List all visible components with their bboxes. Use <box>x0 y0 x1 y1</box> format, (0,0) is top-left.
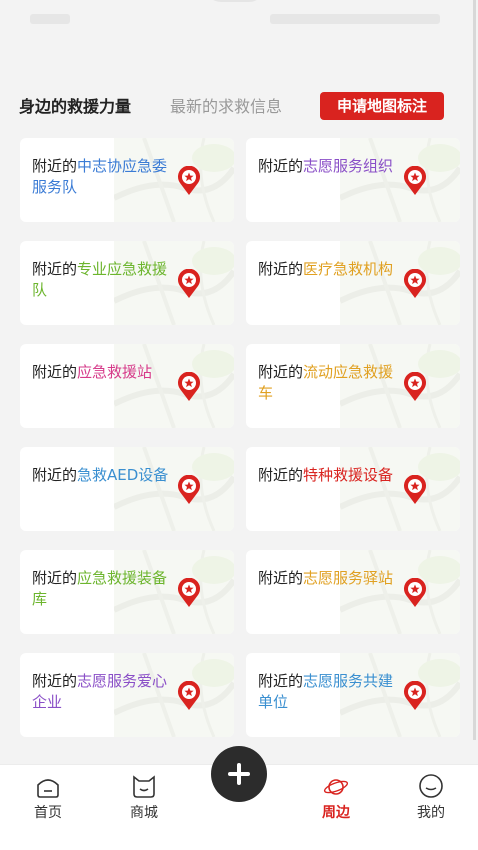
apply-map-marker-button[interactable]: 申请地图标注 <box>320 92 444 120</box>
rescue-card[interactable]: 附近的医疗急救机构 <box>246 241 460 325</box>
location-pin-icon <box>404 578 426 607</box>
rescue-card-text: 附近的志愿服务组织 <box>258 156 398 177</box>
location-pin-icon <box>178 269 200 298</box>
nav-home[interactable]: 首页 <box>8 765 88 850</box>
rescue-card-prefix: 附近的 <box>32 260 78 278</box>
tab-bar: 身边的救援力量 最新的求救信息 申请地图标注 <box>0 92 478 122</box>
rescue-card[interactable]: 附近的应急救援站 <box>20 344 234 428</box>
rescue-card-text: 附近的志愿服务共建单位 <box>258 671 398 713</box>
map-background-image <box>114 447 234 531</box>
rescue-card[interactable]: 附近的志愿服务组织 <box>246 138 460 222</box>
rescue-card[interactable]: 附近的流动应急救援车 <box>246 344 460 428</box>
location-pin-icon <box>404 269 426 298</box>
nav-profile[interactable]: 我的 <box>391 765 471 850</box>
rescue-card[interactable]: 附近的急救AED设备 <box>20 447 234 531</box>
nav-shop[interactable]: 商城 <box>104 765 184 850</box>
planet-icon <box>323 779 349 795</box>
nav-nearby[interactable]: 周边 <box>296 765 376 850</box>
status-icons-faint <box>270 14 440 24</box>
rescue-card[interactable]: 附近的应急救援装备库 <box>20 550 234 634</box>
rescue-card-prefix: 附近的 <box>258 157 304 175</box>
rescue-card-prefix: 附近的 <box>258 466 304 484</box>
rescue-card-text: 附近的志愿服务爱心企业 <box>32 671 172 713</box>
rescue-card[interactable]: 附近的志愿服务共建单位 <box>246 653 460 737</box>
rescue-card[interactable]: 附近的专业应急救援队 <box>20 241 234 325</box>
map-background-image <box>340 138 460 222</box>
rescue-card-text: 附近的应急救援装备库 <box>32 568 172 610</box>
rescue-card-text: 附近的应急救援站 <box>32 362 172 383</box>
rescue-card[interactable]: 附近的特种救援设备 <box>246 447 460 531</box>
home-icon <box>37 779 59 798</box>
rescue-card-prefix: 附近的 <box>258 569 304 587</box>
rescue-card-prefix: 附近的 <box>32 569 78 587</box>
map-background-image <box>340 241 460 325</box>
map-background-image <box>340 447 460 531</box>
rescue-card-prefix: 附近的 <box>32 466 78 484</box>
rescue-card[interactable]: 附近的志愿服务爱心企业 <box>20 653 234 737</box>
status-time-faint <box>30 14 70 24</box>
rescue-card-prefix: 附近的 <box>258 260 304 278</box>
rescue-card[interactable]: 附近的中志协应急委服务队 <box>20 138 234 222</box>
rescue-card-highlight: 医疗急救机构 <box>303 260 394 278</box>
rescue-card[interactable]: 附近的志愿服务驿站 <box>246 550 460 634</box>
location-pin-icon <box>178 475 200 504</box>
rescue-card-text: 附近的流动应急救援车 <box>258 362 398 404</box>
map-background-image <box>114 344 234 428</box>
rescue-card-text: 附近的专业应急救援队 <box>32 259 172 301</box>
rescue-card-prefix: 附近的 <box>258 363 304 381</box>
rescue-card-highlight: 应急救援站 <box>77 363 153 381</box>
rescue-card-prefix: 附近的 <box>258 672 304 690</box>
rescue-card-text: 附近的急救AED设备 <box>32 465 172 486</box>
location-pin-icon <box>404 372 426 401</box>
rescue-card-highlight: 志愿服务驿站 <box>303 569 394 587</box>
rescue-card-highlight: 特种救援设备 <box>303 466 394 484</box>
location-pin-icon <box>404 681 426 710</box>
location-pin-icon <box>404 475 426 504</box>
shop-icon <box>133 775 155 798</box>
rescue-card-prefix: 附近的 <box>32 363 78 381</box>
rescue-card-prefix: 附近的 <box>32 672 78 690</box>
map-background-image <box>340 550 460 634</box>
rescue-card-highlight: 急救AED设备 <box>77 466 169 484</box>
location-pin-icon <box>178 578 200 607</box>
rescue-card-prefix: 附近的 <box>32 157 78 175</box>
tab-nearby-forces[interactable]: 身边的救援力量 <box>19 95 131 119</box>
rescue-card-text: 附近的中志协应急委服务队 <box>32 156 172 198</box>
nav-nearby-label: 周边 <box>322 805 350 821</box>
profile-icon <box>419 774 443 798</box>
status-bar <box>0 0 478 40</box>
add-fab-button[interactable] <box>211 746 267 802</box>
rescue-card-text: 附近的医疗急救机构 <box>258 259 398 280</box>
location-pin-icon <box>178 166 200 195</box>
location-pin-icon <box>178 372 200 401</box>
nav-profile-label: 我的 <box>417 805 445 821</box>
location-pin-icon <box>404 166 426 195</box>
pull-handle <box>205 0 265 2</box>
rescue-card-text: 附近的志愿服务驿站 <box>258 568 398 589</box>
location-pin-icon <box>178 681 200 710</box>
scrollbar[interactable] <box>473 0 476 740</box>
nav-home-label: 首页 <box>34 805 62 821</box>
nav-shop-label: 商城 <box>130 805 158 821</box>
rescue-card-highlight: 志愿服务组织 <box>303 157 394 175</box>
rescue-card-text: 附近的特种救援设备 <box>258 465 398 486</box>
tab-latest-help[interactable]: 最新的求救信息 <box>170 95 282 119</box>
